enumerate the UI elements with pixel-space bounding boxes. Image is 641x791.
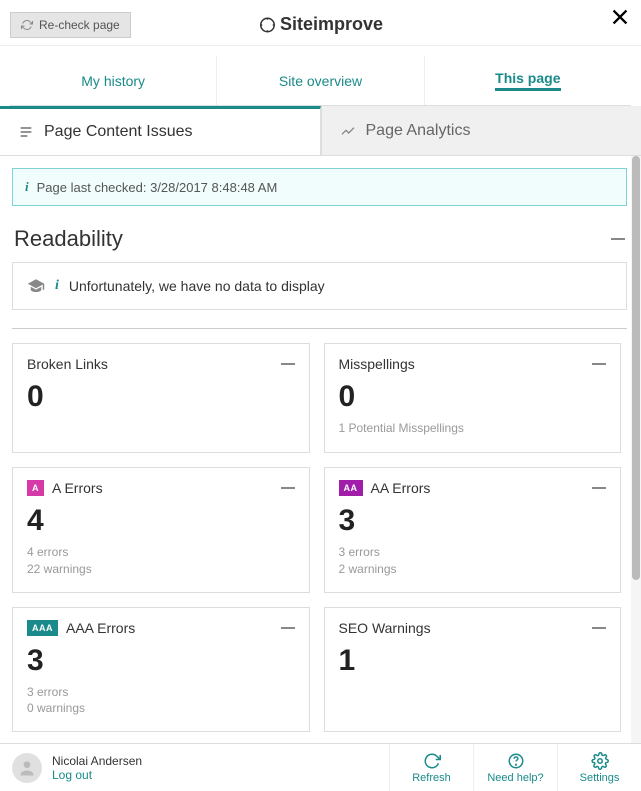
list-icon bbox=[18, 124, 34, 140]
info-icon: i bbox=[25, 179, 29, 195]
card-value: 1 bbox=[339, 644, 607, 678]
card-sub: 3 errors 2 warnings bbox=[339, 544, 607, 578]
card-value: 4 bbox=[27, 504, 295, 538]
collapse-icon bbox=[281, 627, 295, 629]
card-aa-errors[interactable]: AAAA Errors 3 3 errors 2 warnings bbox=[324, 467, 622, 593]
avatar bbox=[12, 753, 42, 783]
brand-logo: Siteimprove bbox=[258, 14, 383, 35]
collapse-icon bbox=[592, 363, 606, 365]
recheck-label: Re-check page bbox=[39, 18, 120, 32]
tab-site-overview[interactable]: Site overview bbox=[217, 56, 424, 105]
info-icon: i bbox=[55, 278, 59, 294]
card-value: 0 bbox=[27, 380, 295, 414]
last-checked-text: Page last checked: 3/28/2017 8:48:48 AM bbox=[37, 180, 278, 195]
tab-page-analytics[interactable]: Page Analytics bbox=[321, 106, 641, 155]
card-value: 0 bbox=[339, 380, 607, 414]
readability-header[interactable]: Readability bbox=[12, 220, 627, 262]
badge-aa: AA bbox=[339, 480, 363, 496]
tab-page-content-issues[interactable]: Page Content Issues bbox=[0, 106, 321, 155]
refresh-icon bbox=[423, 752, 441, 770]
card-aaa-errors[interactable]: AAAAAA Errors 3 3 errors 0 warnings bbox=[12, 607, 310, 733]
card-seo-warnings[interactable]: SEO Warnings 1 bbox=[324, 607, 622, 733]
card-broken-links[interactable]: Broken Links 0 bbox=[12, 343, 310, 453]
collapse-icon bbox=[281, 487, 295, 489]
card-sub: 4 errors 22 warnings bbox=[27, 544, 295, 578]
section-tabs: Page Content Issues Page Analytics bbox=[0, 106, 641, 156]
badge-a: A bbox=[27, 480, 44, 496]
footer-refresh-button[interactable]: Refresh bbox=[389, 744, 473, 791]
collapse-icon bbox=[592, 487, 606, 489]
last-checked-info: i Page last checked: 3/28/2017 8:48:48 A… bbox=[12, 168, 627, 206]
help-icon bbox=[507, 752, 525, 770]
collapse-icon bbox=[281, 363, 295, 365]
close-button[interactable] bbox=[609, 6, 631, 28]
card-value: 3 bbox=[27, 644, 295, 678]
collapse-icon bbox=[592, 627, 606, 629]
refresh-icon bbox=[21, 19, 33, 31]
graduation-icon bbox=[27, 277, 45, 295]
badge-aaa: AAA bbox=[27, 620, 58, 636]
gear-icon bbox=[591, 752, 609, 770]
card-sub: 1 Potential Misspellings bbox=[339, 420, 607, 437]
card-value: 3 bbox=[339, 504, 607, 538]
divider bbox=[12, 328, 627, 329]
content-scroll[interactable]: i Page last checked: 3/28/2017 8:48:48 A… bbox=[0, 156, 641, 745]
card-sub: 3 errors 0 warnings bbox=[27, 684, 295, 718]
collapse-icon bbox=[611, 238, 625, 240]
analytics-icon bbox=[340, 123, 356, 139]
footer-settings-button[interactable]: Settings bbox=[557, 744, 641, 791]
tab-this-page[interactable]: This page bbox=[425, 56, 631, 105]
scrollbar-thumb[interactable] bbox=[632, 156, 640, 580]
nav-tabs: My history Site overview This page bbox=[10, 56, 631, 106]
readability-title: Readability bbox=[14, 226, 123, 252]
readability-empty-text: Unfortunately, we have no data to displa… bbox=[69, 278, 325, 294]
recheck-button[interactable]: Re-check page bbox=[10, 12, 131, 38]
user-name: Nicolai Andersen bbox=[52, 754, 142, 768]
scrollbar[interactable] bbox=[631, 156, 641, 745]
footer-help-button[interactable]: Need help? bbox=[473, 744, 557, 791]
logout-link[interactable]: Log out bbox=[52, 768, 142, 782]
tab-my-history[interactable]: My history bbox=[10, 56, 217, 105]
card-a-errors[interactable]: AA Errors 4 4 errors 22 warnings bbox=[12, 467, 310, 593]
readability-empty: i Unfortunately, we have no data to disp… bbox=[12, 262, 627, 310]
card-misspellings[interactable]: Misspellings 0 1 Potential Misspellings bbox=[324, 343, 622, 453]
